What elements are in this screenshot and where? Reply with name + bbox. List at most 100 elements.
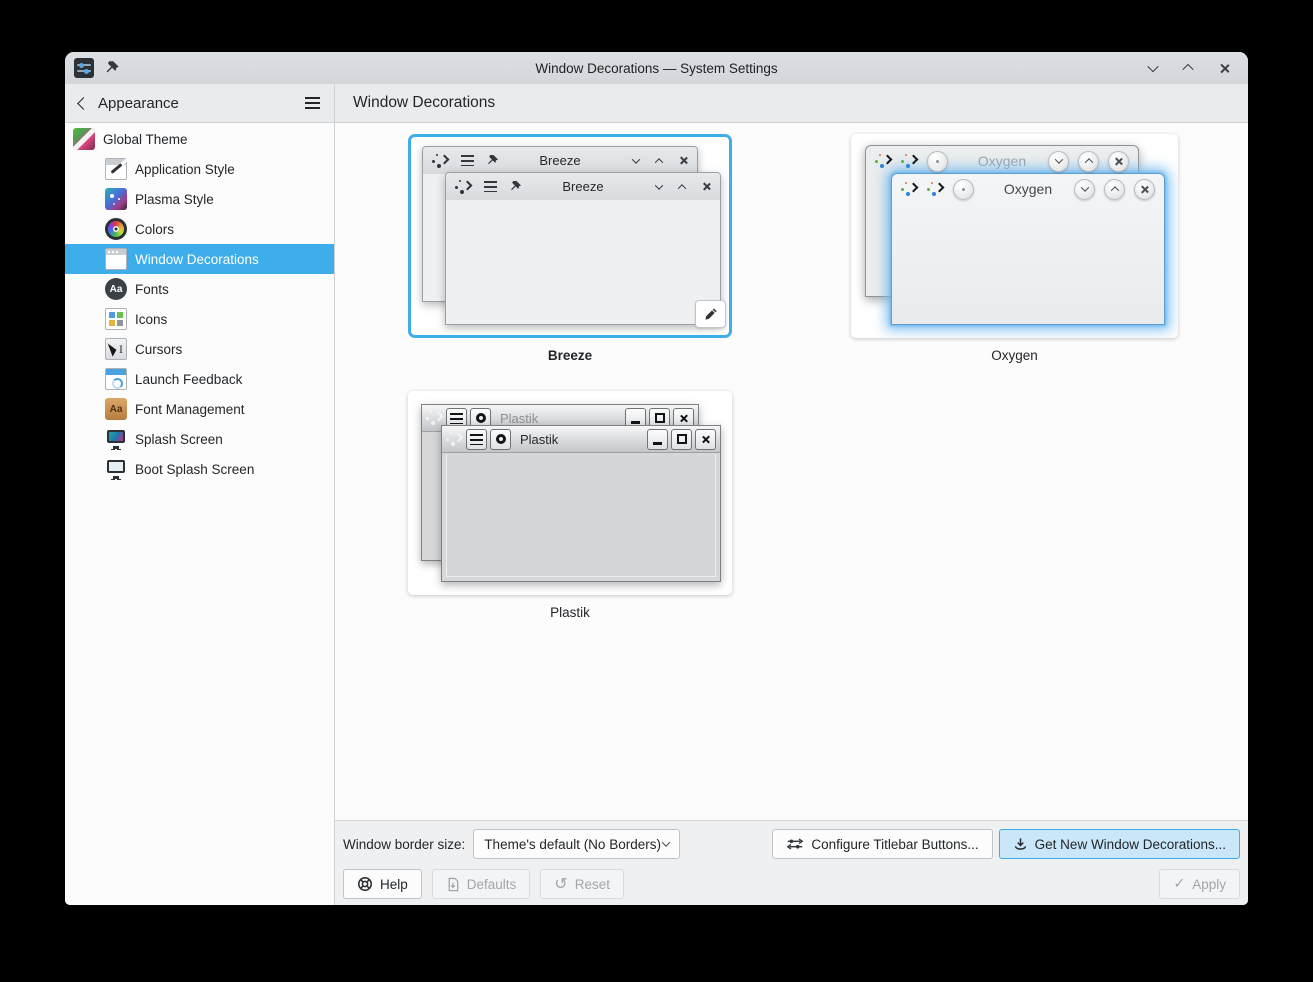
colors-icon <box>105 218 127 240</box>
header-band: Appearance Window Decorations <box>65 84 1248 123</box>
theme-grid: Breeze <box>335 123 1248 820</box>
theme-name-oxygen: Oxygen <box>851 348 1178 363</box>
kde-logo-icon <box>446 431 463 447</box>
sidebar-item-splash-screen[interactable]: Splash Screen <box>65 424 334 454</box>
close-button <box>1134 179 1155 200</box>
theme-card-plastik[interactable]: Plastik <box>408 391 732 595</box>
defaults-icon <box>446 877 460 892</box>
reset-icon: ↺ <box>554 876 567 892</box>
sidebar-item-colors[interactable]: Colors <box>65 214 334 244</box>
sidebar-item-launch-feedback[interactable]: Launch Feedback <box>65 364 334 394</box>
maximize-icon[interactable] <box>1182 64 1193 75</box>
sidebar-item-window-decorations[interactable]: Window Decorations <box>65 244 334 274</box>
window-title: Window Decorations — System Settings <box>65 61 1248 76</box>
fonts-icon: Aa <box>105 278 127 300</box>
close-button <box>1108 151 1129 172</box>
minimize-button <box>1048 151 1069 172</box>
minimize-icon <box>655 181 663 189</box>
window-decorations-icon <box>105 248 127 270</box>
theme-name-breeze: Breeze <box>408 348 732 363</box>
maximize-button <box>1078 151 1099 172</box>
sidebar-item-global-theme[interactable]: Global Theme <box>65 124 334 154</box>
boot-splash-screen-icon <box>105 458 127 480</box>
theme-card-breeze[interactable]: Breeze <box>408 134 732 338</box>
sidebar-item-cursors[interactable]: Cursors <box>65 334 334 364</box>
theme-name-plastik: Plastik <box>408 605 732 620</box>
minimize-icon[interactable] <box>1147 61 1158 72</box>
minimize-button <box>647 429 668 450</box>
desktop-background: Window Decorations — System Settings App… <box>0 0 1313 982</box>
launch-feedback-icon <box>105 368 127 390</box>
kde-logo-icon <box>901 181 918 197</box>
menu-button <box>466 429 487 450</box>
apply-button[interactable]: ✓ Apply <box>1159 869 1240 899</box>
pin-icon <box>509 180 522 193</box>
check-icon: ✓ <box>1173 877 1185 891</box>
close-icon <box>702 182 711 191</box>
reset-button[interactable]: ↺ Reset <box>540 869 624 899</box>
kde-logo-icon <box>901 153 918 169</box>
menu-icon <box>484 181 497 192</box>
hamburger-icon[interactable] <box>305 97 320 109</box>
configure-icon <box>786 837 804 851</box>
page-header: Window Decorations <box>335 84 1248 122</box>
maximize-button <box>1104 179 1125 200</box>
edit-theme-button[interactable] <box>695 300 726 328</box>
download-icon <box>1013 836 1028 852</box>
close-button <box>695 429 716 450</box>
kde-logo-icon <box>426 410 443 426</box>
maximize-icon <box>678 184 686 192</box>
sidebar-item-boot-splash-screen[interactable]: Boot Splash Screen <box>65 454 334 484</box>
pencil-icon <box>703 307 718 322</box>
system-settings-window: Window Decorations — System Settings App… <box>65 52 1248 905</box>
sidebar: Global Theme Application Style Plasma St… <box>65 123 335 905</box>
back-chevron-icon[interactable] <box>77 97 90 110</box>
close-icon[interactable] <box>1219 63 1230 74</box>
help-button[interactable]: Help <box>343 869 422 899</box>
border-size-dropdown[interactable]: Theme's default (No Borders) <box>473 829 680 859</box>
border-size-label: Window border size: <box>343 837 465 852</box>
minimize-icon <box>632 155 640 163</box>
get-new-window-decorations-button[interactable]: Get New Window Decorations... <box>999 829 1240 859</box>
sidebar-item-icons[interactable]: Icons <box>65 304 334 334</box>
cursors-icon <box>105 338 127 360</box>
sidebar-header: Appearance <box>65 84 335 122</box>
defaults-button[interactable]: Defaults <box>432 869 531 899</box>
kde-logo-icon <box>927 181 944 197</box>
kde-logo-icon <box>875 153 892 169</box>
sidebar-item-fonts[interactable]: Aa Fonts <box>65 274 334 304</box>
menu-button <box>953 179 974 200</box>
maximize-button <box>671 429 692 450</box>
kde-logo-icon <box>455 179 472 195</box>
splash-screen-icon <box>105 428 127 450</box>
global-theme-icon <box>73 128 95 150</box>
sidebar-item-font-management[interactable]: Aa Font Management <box>65 394 334 424</box>
configure-titlebar-buttons-button[interactable]: Configure Titlebar Buttons... <box>772 829 992 859</box>
icons-icon <box>105 308 127 330</box>
pin-icon <box>486 154 499 167</box>
theme-card-oxygen[interactable]: Oxygen <box>851 134 1178 338</box>
sidebar-item-plasma-style[interactable]: Plasma Style <box>65 184 334 214</box>
app-menu-button <box>490 429 511 450</box>
close-icon <box>679 156 688 165</box>
kde-logo-icon <box>432 153 449 169</box>
sidebar-item-application-style[interactable]: Application Style <box>65 154 334 184</box>
plasma-style-icon <box>105 188 127 210</box>
window-titlebar[interactable]: Window Decorations — System Settings <box>65 52 1248 84</box>
font-management-icon: Aa <box>105 398 127 420</box>
application-style-icon <box>105 158 127 180</box>
preview-window-title: Plastik <box>500 411 538 426</box>
menu-icon <box>461 155 474 166</box>
minimize-button <box>1074 179 1095 200</box>
chevron-down-icon <box>662 838 670 846</box>
oxygen-preview-front-window: Oxygen <box>891 173 1165 325</box>
sidebar-header-title: Appearance <box>98 95 179 112</box>
plastik-preview-front-window: Plastik <box>441 425 721 582</box>
footer-bar: Window border size: Theme's default (No … <box>335 820 1248 905</box>
menu-button <box>927 151 948 172</box>
page-title: Window Decorations <box>353 94 495 112</box>
preview-window-title: Plastik <box>520 432 558 447</box>
help-icon <box>357 876 373 892</box>
maximize-icon <box>655 158 663 166</box>
breeze-preview-front-window: Breeze <box>445 172 721 325</box>
